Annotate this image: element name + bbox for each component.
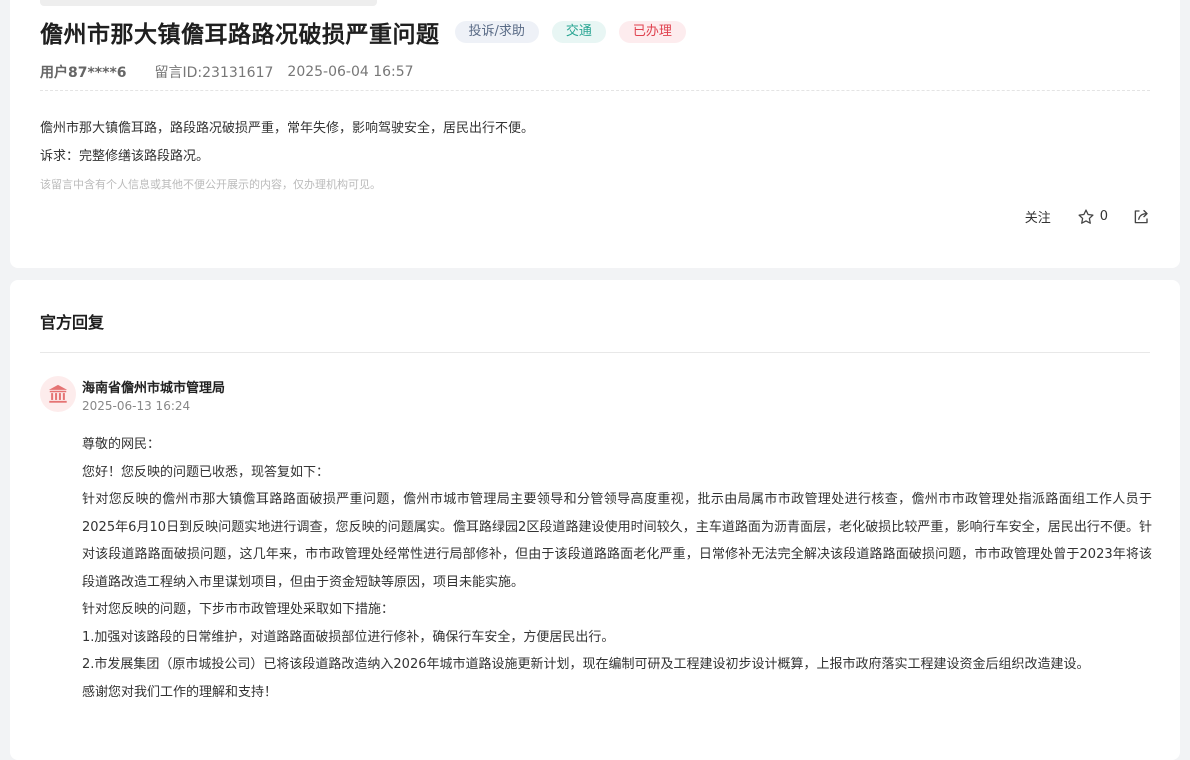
message-meta: 用户87****6 留言ID:23131617 2025-06-04 16:57 [40,62,414,82]
topic-tag: 交通 [551,21,606,43]
privacy-note: 该留言中含有个人信息或其他不便公开展示的内容，仅办理机构可见。 [40,178,381,191]
status-badge: 已办理 [618,21,686,43]
reply-paragraph: 2.市发展集团（原市城投公司）已将该段道路改造纳入2026年城市道路设施更新计划… [82,657,1090,672]
divider [40,352,1150,353]
favorite-button[interactable]: 0 [1077,208,1108,226]
government-building-icon [48,384,68,403]
page-title: 儋州市那大镇儋耳路路况破损严重问题 [40,22,440,48]
reply-paragraph: 1.加强对该路段的日常维护，对道路路面破损部位进行修补，确保行车安全，方便居民出… [82,629,615,645]
message-datetime: 2025-06-04 16:57 [287,64,414,80]
reply-paragraph: 针对您反映的儋州市那大镇儋耳路路面破损严重问题，儋州市城市管理局主要领导和分管领… [82,492,1152,590]
divider [40,90,1150,91]
reply-paragraph: 尊敬的网民： [82,437,161,452]
message-demand: 诉求：完整修缮该路段路况。 [40,149,210,164]
org-name: 海南省儋州市城市管理局 [82,381,226,396]
type-tag: 投诉/求助 [454,21,539,43]
reply-datetime: 2025-06-13 16:24 [82,399,191,413]
message-content: 儋州市那大镇儋耳路，路段路况破损严重，常年失修，影响驾驶安全，居民出行不便。 [40,121,535,136]
reply-body: 尊敬的网民： 您好！您反映的问题已收悉，现答复如下： 针对您反映的儋州市那大镇儋… [82,431,1152,706]
share-button[interactable] [1132,208,1150,226]
message-actions: 关注 0 [1025,207,1150,226]
message-id: 留言ID:23131617 [154,65,274,81]
favorite-count: 0 [1099,209,1108,224]
follow-button[interactable]: 关注 [1025,207,1051,226]
title-row: 儋州市那大镇儋耳路路况破损严重问题 投诉/求助 交通 已办理 [40,14,686,50]
top-strip [40,0,377,6]
reply-section-title: 官方回复 [40,313,105,332]
org-avatar [40,376,76,412]
star-icon [1078,208,1094,224]
reply-paragraph: 感谢您对我们工作的理解和支持！ [82,684,278,700]
share-icon [1134,209,1148,223]
official-reply-card: 官方回复 海南省儋州市城市管理局 2025-06-13 16:24 尊敬的网民：… [10,280,1180,760]
user-name: 用户87****6 [40,65,127,81]
message-card: 儋州市那大镇儋耳路路况破损严重问题 投诉/求助 交通 已办理 用户87****6… [10,0,1180,268]
reply-paragraph: 您好！您反映的问题已收悉，现答复如下： [82,464,330,480]
reply-paragraph: 针对您反映的问题，下步市市政管理处采取如下措施： [82,602,395,617]
